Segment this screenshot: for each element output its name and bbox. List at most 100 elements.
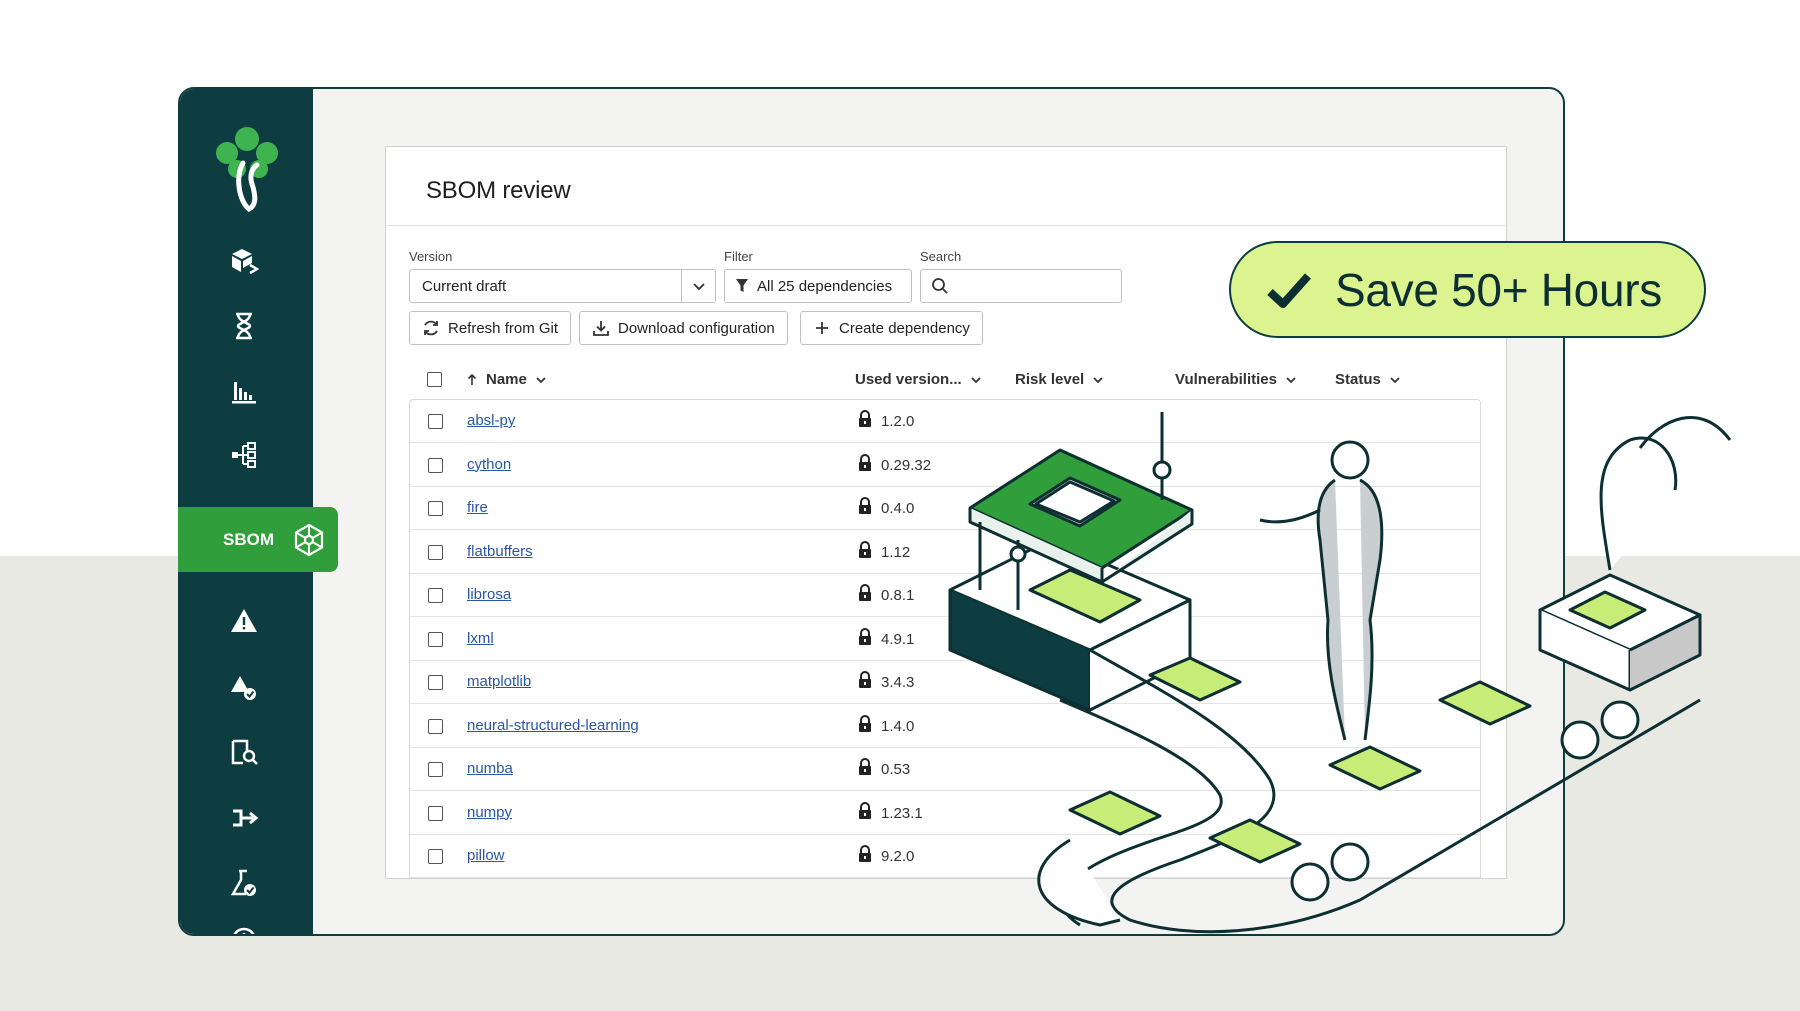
- dependency-name-link[interactable]: fire: [467, 499, 488, 516]
- used-version-value: 0.8.1: [881, 587, 915, 604]
- dependency-name-link[interactable]: lxml: [467, 630, 494, 647]
- row-checkbox[interactable]: [428, 675, 443, 690]
- lock-icon: [859, 845, 871, 862]
- filter-label: Filter: [724, 249, 753, 264]
- select-all-checkbox[interactable]: [427, 372, 442, 387]
- lock-icon: [859, 540, 871, 558]
- used-version-value: 9.2.0: [881, 848, 915, 865]
- dependency-name-link[interactable]: cython: [467, 456, 511, 473]
- lock-icon: [859, 714, 871, 732]
- create-dependency-button[interactable]: Create dependency: [800, 311, 983, 345]
- used-version-value: 1.12: [881, 543, 911, 561]
- used-version-value: 0.53: [881, 761, 911, 778]
- row-checkbox[interactable]: [428, 414, 443, 429]
- refresh-from-git-button[interactable]: Refresh from Git: [409, 311, 572, 345]
- lock-icon: [859, 497, 871, 514]
- row-checkbox[interactable]: [428, 631, 443, 647]
- row-checkbox[interactable]: [428, 544, 443, 560]
- used-version-value: 1.2.0: [881, 413, 915, 430]
- page-title: SBOM review: [426, 177, 571, 204]
- dependency-name-link[interactable]: pillow: [467, 847, 505, 864]
- alert-check-icon[interactable]: [227, 670, 261, 704]
- column-header-label: Name: [486, 371, 527, 388]
- chevron-down-icon[interactable]: [681, 270, 715, 302]
- column-header-risk-level[interactable]: Risk level: [1015, 371, 1104, 388]
- badge-text: Save 50+ Hours: [1335, 263, 1662, 316]
- version-select[interactable]: Current draft: [409, 269, 716, 303]
- title-divider: [386, 225, 1506, 226]
- warning-icon[interactable]: [227, 604, 261, 638]
- save-hours-badge: Save 50+ Hours: [1229, 241, 1706, 338]
- checkmark-icon: [1267, 272, 1311, 308]
- sidebar-item-label: SBOM: [223, 529, 274, 549]
- used-version-value: 1.4.0: [881, 717, 915, 735]
- plus-icon: [816, 322, 828, 334]
- dependency-name-link[interactable]: librosa: [467, 586, 511, 603]
- dependency-name-link[interactable]: numpy: [467, 804, 512, 821]
- filter-select[interactable]: All 25 dependencies: [724, 269, 912, 303]
- filter-value: All 25 dependencies: [757, 277, 893, 295]
- version-value: Current draft: [422, 277, 507, 295]
- row-checkbox[interactable]: [428, 588, 443, 603]
- column-header-label: Used version...: [855, 371, 962, 388]
- row-checkbox[interactable]: [428, 457, 443, 473]
- dependency-name-link[interactable]: numba: [467, 760, 513, 777]
- search-icon: [932, 278, 948, 294]
- hourglass-icon[interactable]: [227, 309, 261, 343]
- download-configuration-button[interactable]: Download configuration: [579, 311, 788, 345]
- download-icon: [593, 321, 609, 336]
- chevron-down-icon: [1093, 376, 1103, 383]
- document-search-icon[interactable]: [227, 735, 261, 769]
- lock-icon: [859, 627, 871, 645]
- used-version-value: 0.4.0: [881, 500, 915, 517]
- lock-icon: [859, 453, 871, 471]
- hierarchy-icon[interactable]: [227, 438, 261, 472]
- row-checkbox[interactable]: [428, 501, 443, 516]
- column-header-label: Vulnerabilities: [1175, 371, 1277, 388]
- column-header-label: Risk level: [1015, 371, 1085, 388]
- chevron-down-icon: [971, 376, 981, 383]
- lock-icon: [859, 410, 871, 427]
- column-header-vulnerabilities[interactable]: Vulnerabilities: [1175, 371, 1297, 388]
- lock-icon: [859, 584, 871, 601]
- chevron-down-icon: [1286, 376, 1296, 383]
- used-version-value: 1.23.1: [881, 804, 923, 822]
- sidebar-item-sbom[interactable]: SBOM: [178, 507, 338, 572]
- chevron-down-icon: [536, 376, 546, 383]
- row-checkbox[interactable]: [428, 718, 443, 734]
- sort-ascending-icon: [467, 373, 477, 385]
- packages-icon[interactable]: [227, 243, 261, 277]
- column-header-used-version[interactable]: Used version...: [855, 371, 982, 388]
- row-checkbox[interactable]: [428, 805, 443, 821]
- dependency-name-link[interactable]: matplotlib: [467, 673, 531, 690]
- column-header-name[interactable]: Name: [466, 371, 547, 388]
- used-version-value: 0.29.32: [881, 456, 932, 474]
- download-button-label: Download configuration: [618, 319, 775, 337]
- clock-icon[interactable]: [227, 923, 261, 934]
- dependency-name-link[interactable]: flatbuffers: [467, 543, 533, 560]
- row-checkbox[interactable]: [428, 762, 443, 777]
- chevron-down-icon: [1390, 376, 1400, 383]
- merge-arrow-icon[interactable]: [227, 801, 261, 835]
- lock-icon: [859, 671, 871, 688]
- refresh-button-label: Refresh from Git: [448, 319, 559, 337]
- column-header-status[interactable]: Status: [1335, 371, 1401, 388]
- flask-check-icon[interactable]: [227, 866, 261, 900]
- lock-icon: [859, 758, 871, 775]
- filter-icon: [736, 279, 748, 292]
- sbom-network-icon: [294, 523, 324, 556]
- conveyor-belt-illustration: [948, 412, 1732, 934]
- search-input[interactable]: [920, 269, 1122, 303]
- brand-logo-icon: [216, 127, 278, 212]
- row-checkbox[interactable]: [428, 849, 443, 864]
- refresh-icon: [424, 320, 438, 336]
- lock-icon: [859, 801, 871, 819]
- version-label: Version: [409, 249, 453, 264]
- search-label: Search: [920, 249, 962, 264]
- used-version-value: 3.4.3: [881, 674, 915, 691]
- bar-chart-icon[interactable]: [227, 374, 261, 408]
- dependency-name-link[interactable]: neural-structured-learning: [467, 717, 639, 734]
- dependency-name-link[interactable]: absl-py: [467, 412, 515, 429]
- create-button-label: Create dependency: [839, 319, 970, 337]
- used-version-value: 4.9.1: [881, 630, 915, 648]
